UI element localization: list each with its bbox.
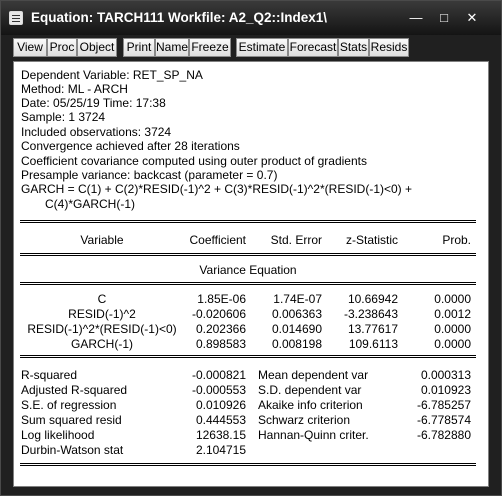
stat-label: S.D. dependent var	[258, 383, 362, 397]
minimize-button[interactable]: —	[405, 8, 427, 27]
convergence-line: Convergence achieved after 28 iterations	[21, 139, 240, 153]
title-bar[interactable]: Equation: TARCH111 Workfile: A2_Q2::Inde…	[1, 1, 501, 35]
close-button[interactable]: ✕	[461, 8, 483, 27]
stat-value: 12638.15	[195, 428, 246, 442]
stat-label: Mean dependent var	[258, 368, 369, 382]
stat-value: -6.778574	[416, 413, 471, 427]
column-header-std-error: Std. Error	[270, 233, 322, 247]
table-cell-variable: GARCH(-1)	[71, 337, 133, 351]
stat-value: -0.000821	[191, 368, 246, 382]
column-header-z-statistic: z-Statistic	[345, 233, 398, 247]
stat-value: 0.010923	[420, 383, 471, 397]
forecast-button[interactable]: Forecast	[288, 38, 338, 57]
table-rule	[20, 465, 476, 466]
sample-line: Sample: 1 3724	[21, 110, 106, 124]
stat-label: R-squared	[21, 368, 78, 382]
table-rule	[20, 284, 476, 285]
table-cell-prob: 0.0000	[434, 292, 471, 306]
resids-button[interactable]: Resids	[369, 38, 409, 57]
print-button[interactable]: Print	[123, 38, 155, 57]
table-rule	[20, 463, 476, 464]
stat-label: S.E. of regression	[21, 398, 117, 412]
stat-label: Durbin-Watson stat	[21, 443, 124, 457]
table-cell-std-error: 0.006363	[271, 307, 322, 321]
table-cell-std-error: 0.014690	[271, 322, 322, 336]
covariance-line: Coefficient covariance computed using ou…	[21, 154, 367, 168]
stat-label: Sum squared resid	[21, 413, 122, 427]
method-line: Method: ML - ARCH	[21, 82, 128, 96]
stat-value: 0.444553	[195, 413, 246, 427]
column-header-coefficient: Coefficient	[189, 233, 246, 247]
stat-label: Akaike info criterion	[258, 398, 363, 412]
table-rule	[20, 222, 476, 223]
table-cell-coefficient: 0.202366	[195, 322, 246, 336]
table-rule	[20, 220, 476, 221]
stat-value: -0.000553	[191, 383, 246, 397]
table-cell-prob: 0.0000	[434, 337, 471, 351]
column-header-variable: Variable	[80, 233, 124, 247]
presample-line: Presample variance: backcast (parameter …	[21, 168, 278, 182]
date-line: Date: 05/25/19 Time: 17:38	[21, 96, 166, 110]
stat-value: 0.010926	[195, 398, 246, 412]
table-rule	[20, 355, 476, 356]
stat-value: -6.785257	[416, 398, 471, 412]
table-rule	[20, 282, 476, 283]
object-button[interactable]: Object	[77, 38, 117, 57]
dependent-variable-line: Dependent Variable: RET_SP_NA	[21, 68, 203, 82]
stats-button[interactable]: Stats	[338, 38, 369, 57]
stat-label: Schwarz criterion	[258, 413, 351, 427]
stat-value: 2.104715	[195, 443, 246, 457]
system-menu-icon[interactable]	[9, 11, 23, 25]
name-button[interactable]: Name	[155, 38, 189, 57]
table-cell-z-statistic: 13.77617	[347, 322, 398, 336]
observations-line: Included observations: 3724	[21, 125, 172, 139]
stat-label: Log likelihood	[21, 428, 95, 442]
freeze-button[interactable]: Freeze	[189, 38, 231, 57]
column-header-prob: Prob.	[442, 233, 471, 247]
stat-value: 0.000313	[420, 368, 471, 382]
table-cell-coefficient: -0.020606	[191, 307, 246, 321]
table-rule	[20, 255, 476, 256]
garch-equation-line: GARCH = C(1) + C(2)*RESID(-1)^2 + C(3)*R…	[21, 182, 413, 196]
table-cell-coefficient: 1.85E-06	[197, 292, 246, 306]
view-button[interactable]: View	[13, 38, 47, 57]
maximize-button[interactable]: □	[433, 8, 455, 27]
equation-window: Equation: TARCH111 Workfile: A2_Q2::Inde…	[0, 0, 502, 496]
table-cell-prob: 0.0012	[434, 307, 471, 321]
table-cell-variable: RESID(-1)^2	[68, 307, 136, 321]
table-cell-variable: RESID(-1)^2*(RESID(-1)<0)	[27, 322, 177, 336]
variance-equation-heading: Variance Equation	[199, 263, 297, 277]
table-cell-z-statistic: 109.6113	[348, 337, 398, 351]
table-rule	[20, 253, 476, 254]
garch-equation-continuation: C(4)*GARCH(-1)	[45, 197, 135, 211]
table-rule	[20, 357, 476, 358]
table-cell-coefficient: 0.898583	[195, 337, 246, 351]
proc-button[interactable]: Proc	[47, 38, 77, 57]
table-cell-variable: C	[97, 292, 107, 306]
stat-label: Hannan-Quinn criter.	[258, 428, 369, 442]
window-title: Equation: TARCH111 Workfile: A2_Q2::Inde…	[31, 10, 328, 25]
stat-label: Adjusted R-squared	[21, 383, 128, 397]
stat-value: -6.782880	[416, 428, 471, 442]
table-cell-std-error: 0.008198	[271, 337, 322, 351]
table-cell-z-statistic: -3.238643	[343, 307, 398, 321]
table-cell-z-statistic: 10.66942	[347, 292, 398, 306]
estimate-button[interactable]: Estimate	[236, 38, 288, 57]
table-cell-std-error: 1.74E-07	[273, 292, 322, 306]
table-cell-prob: 0.0000	[434, 322, 471, 336]
estimation-output[interactable]: Dependent Variable: RET_SP_NA Method: ML…	[13, 61, 489, 487]
